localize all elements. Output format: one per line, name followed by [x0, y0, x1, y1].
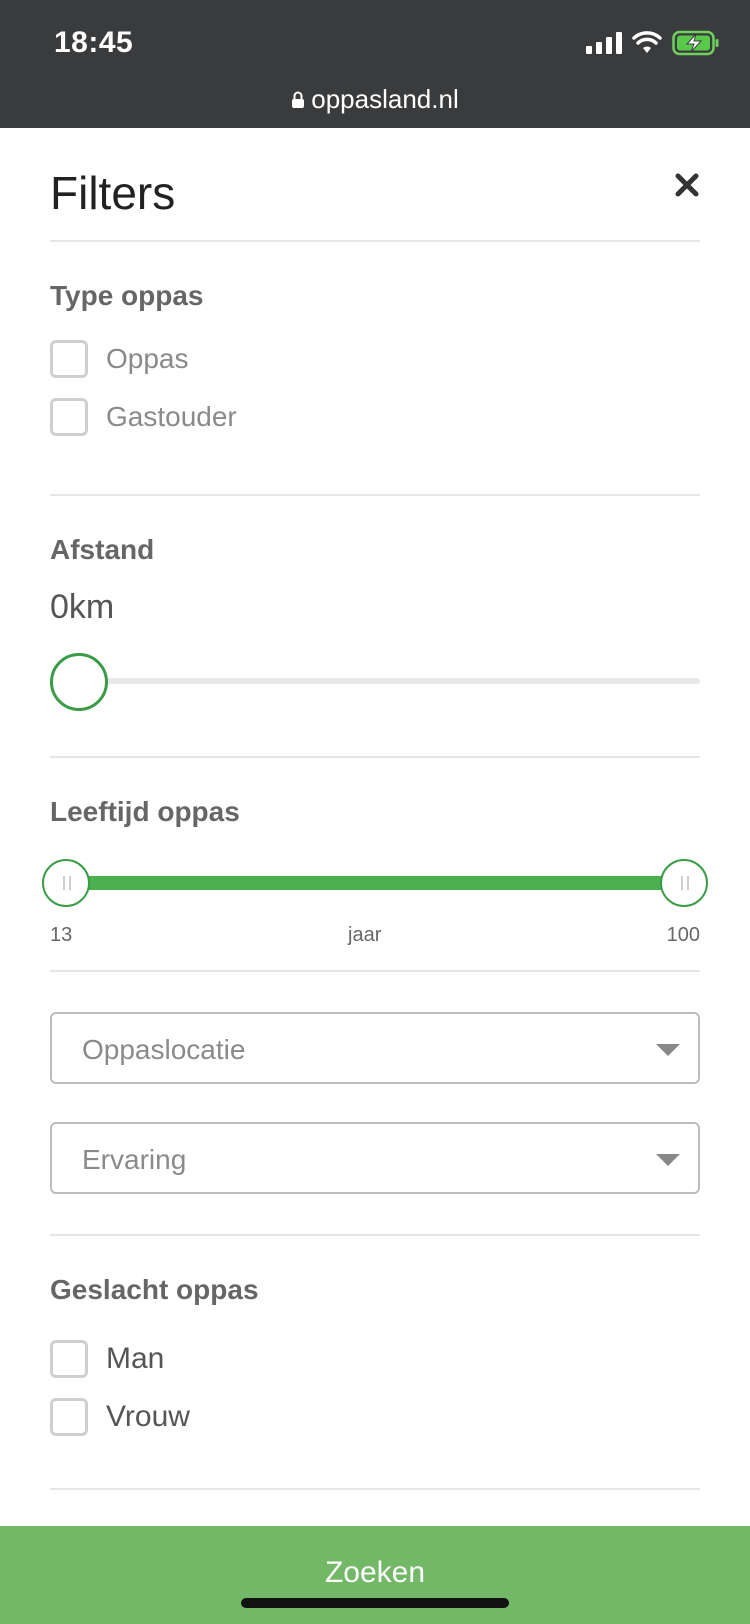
- filters-panel: Filters Type oppas Oppas Gastouder Afsta…: [42, 128, 708, 1490]
- gender-section: Geslacht oppas Man Vrouw: [50, 1236, 700, 1490]
- chevron-down-icon: [656, 1154, 680, 1166]
- distance-value: 0km: [50, 588, 115, 626]
- age-min-label: 13: [50, 924, 73, 946]
- checkbox-gastouder[interactable]: [50, 398, 88, 436]
- status-bar: 18:45 oppasland.nl: [0, 0, 750, 128]
- age-max-label: 100: [666, 924, 700, 946]
- location-select[interactable]: Oppaslocatie: [50, 1012, 700, 1084]
- gender-options: Man Vrouw: [50, 1330, 700, 1446]
- checkbox-label-gastouder: Gastouder: [106, 401, 237, 432]
- age-range-track[interactable]: [72, 876, 682, 890]
- checkbox-label-vrouw: Vrouw: [106, 1400, 190, 1433]
- status-icons: [586, 30, 720, 56]
- checkbox-row-vrouw[interactable]: Vrouw: [50, 1388, 700, 1446]
- age-min-handle[interactable]: [42, 859, 90, 907]
- type-options: Oppas Gastouder: [50, 330, 700, 446]
- signal-icon: [586, 32, 622, 54]
- status-time: 18:45: [54, 26, 134, 59]
- distance-slider-handle[interactable]: [50, 653, 108, 711]
- wifi-icon: [632, 31, 662, 53]
- section-title-age: Leeftijd oppas: [50, 796, 240, 827]
- chevron-down-icon: [656, 1044, 680, 1056]
- age-max-handle[interactable]: [660, 859, 708, 907]
- address-bar[interactable]: oppasland.nl: [0, 84, 750, 115]
- checkbox-label-oppas: Oppas: [106, 343, 189, 374]
- age-unit-label: jaar: [348, 924, 382, 946]
- location-select-placeholder: Oppaslocatie: [82, 1034, 246, 1065]
- checkbox-vrouw[interactable]: [50, 1398, 88, 1436]
- home-indicator[interactable]: [241, 1598, 509, 1608]
- url-text: oppasland.nl: [311, 84, 459, 114]
- experience-select-placeholder: Ervaring: [82, 1144, 187, 1175]
- checkbox-row-man[interactable]: Man: [50, 1330, 700, 1388]
- close-icon[interactable]: [674, 172, 700, 198]
- select-section: Oppaslocatie Ervaring: [50, 972, 700, 1236]
- search-button[interactable]: Zoeken: [0, 1526, 750, 1624]
- filters-header: Filters: [50, 128, 700, 242]
- distance-slider-track[interactable]: [50, 678, 700, 684]
- section-title-distance: Afstand: [50, 534, 155, 565]
- checkbox-row-gastouder[interactable]: Gastouder: [50, 388, 700, 446]
- page-title: Filters: [50, 167, 176, 219]
- type-oppas-section: Type oppas Oppas Gastouder: [50, 242, 700, 496]
- checkbox-oppas[interactable]: [50, 340, 88, 378]
- age-section: Leeftijd oppas 13 jaar 100: [42, 758, 708, 972]
- battery-charging-icon: [672, 30, 719, 56]
- checkbox-man[interactable]: [50, 1340, 88, 1378]
- distance-section: Afstand 0km: [50, 496, 700, 758]
- search-button-label: Zoeken: [324, 1556, 426, 1589]
- experience-select[interactable]: Ervaring: [50, 1122, 700, 1194]
- section-title-type: Type oppas: [50, 280, 204, 311]
- checkbox-row-oppas[interactable]: Oppas: [50, 330, 700, 388]
- lock-icon: [292, 91, 305, 108]
- section-title-gender: Geslacht oppas: [50, 1274, 259, 1305]
- checkbox-label-man: Man: [106, 1342, 165, 1375]
